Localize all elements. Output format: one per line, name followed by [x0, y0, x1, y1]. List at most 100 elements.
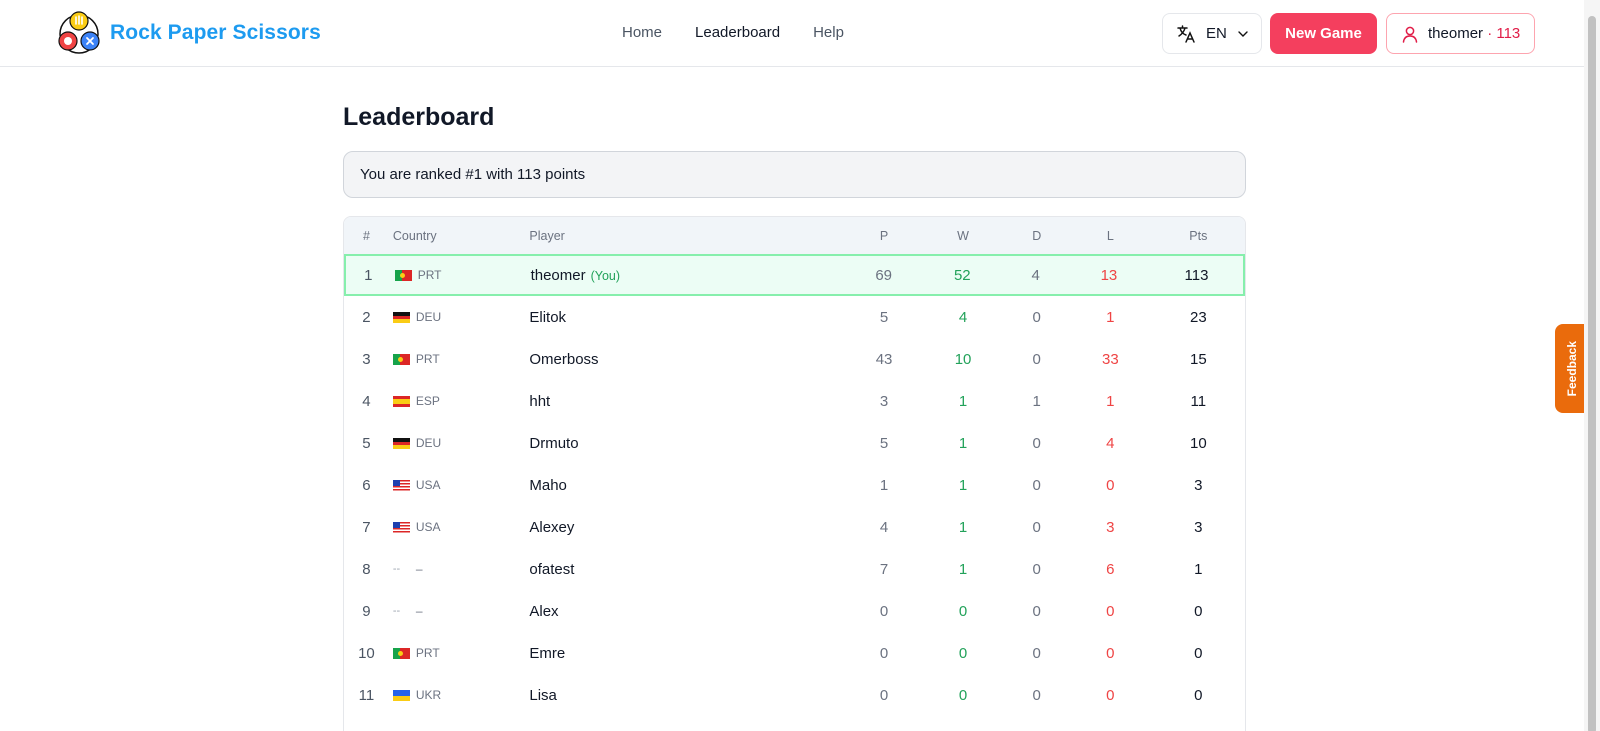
row-draws: 1 — [1032, 392, 1041, 410]
row-draws: 0 — [1032, 308, 1041, 326]
player-name: Alexey — [529, 518, 575, 536]
country-flag-icon — [392, 647, 410, 659]
row-draws: 0 — [1032, 602, 1041, 620]
table-row[interactable]: 11 UKR Lisa 0 0 0 0 0 — [344, 674, 1245, 716]
player-name: Maho — [529, 476, 567, 494]
row-rank: 9 — [362, 602, 371, 620]
table-row[interactable]: 5 DEU Drmuto 5 1 0 4 10 — [344, 422, 1245, 464]
row-losses: 1 — [1106, 308, 1115, 326]
user-menu-button[interactable]: theomer · 113 — [1386, 13, 1535, 54]
row-rank: 7 — [362, 518, 371, 536]
row-country: USA — [389, 520, 529, 534]
row-losses: 0 — [1106, 644, 1115, 662]
feedback-label: Feedback — [1564, 340, 1579, 397]
row-country: -- – — [389, 604, 529, 618]
row-player[interactable]: Elitok — [529, 309, 743, 326]
country-flag-icon — [392, 689, 410, 701]
row-rank: 8 — [362, 560, 371, 578]
row-points: 0 — [1194, 602, 1203, 620]
top-header: Rock Paper Scissors Home Leaderboard Hel… — [0, 0, 1584, 67]
rank-summary: You are ranked #1 with 113 points — [343, 151, 1246, 198]
row-wins: 52 — [953, 266, 971, 284]
player-name: Omerboss — [529, 350, 599, 368]
row-player[interactable]: hht — [529, 393, 743, 410]
table-row[interactable]: 10 PRT Emre 0 0 0 0 0 — [344, 632, 1245, 674]
row-points: 0 — [1194, 686, 1203, 704]
row-played: 5 — [879, 434, 889, 452]
country-flag-icon — [392, 395, 410, 407]
row-player[interactable]: ofatest — [529, 561, 743, 578]
row-points: 3 — [1194, 476, 1203, 494]
table-body: 1 PRT theomer (You) 69 52 4 13 113 2 DEU Elitok 5 4 0 1… — [344, 254, 1245, 731]
col-wins: W — [957, 228, 969, 243]
table-row[interactable]: 9 -- – Alex 0 0 0 0 0 — [344, 590, 1245, 632]
row-draws: 0 — [1032, 434, 1041, 452]
row-draws: 0 — [1032, 350, 1041, 368]
table-row[interactable]: 1 PRT theomer (You) 69 52 4 13 113 — [344, 254, 1245, 296]
row-points: 1 — [1194, 560, 1203, 578]
brand-logo-link[interactable]: Rock Paper Scissors — [56, 10, 321, 56]
table-row[interactable]: 8 -- – ofatest 7 1 0 6 1 — [344, 548, 1245, 590]
row-losses: 0 — [1106, 686, 1115, 704]
row-draws: 0 — [1032, 686, 1041, 704]
row-player[interactable]: Alex — [529, 603, 743, 620]
row-draws: 0 — [1032, 644, 1041, 662]
row-played: 7 — [879, 560, 889, 578]
row-country: PRT — [391, 268, 531, 282]
row-player[interactable]: Drmuto — [529, 435, 743, 452]
row-played: 4 — [879, 518, 889, 536]
leaderboard-table: # Country Player P W D L Pts 1 PRT theomer… — [343, 216, 1246, 731]
row-country: -- – — [389, 562, 529, 576]
language-selector[interactable]: EN — [1162, 13, 1262, 54]
nav-help[interactable]: Help — [813, 24, 844, 41]
main-nav: Home Leaderboard Help — [622, 24, 844, 41]
row-wins: 0 — [958, 602, 968, 620]
row-points: 3 — [1194, 518, 1203, 536]
row-country: DEU — [389, 436, 529, 450]
table-row[interactable]: 4 ESP hht 3 1 1 1 11 — [344, 380, 1245, 422]
table-row[interactable]: 3 PRT Omerboss 43 10 0 33 15 — [344, 338, 1245, 380]
scrollbar-thumb[interactable] — [1588, 16, 1596, 731]
row-player[interactable]: Omerboss — [529, 351, 743, 368]
row-rank: 3 — [362, 350, 371, 368]
row-points: 113 — [1184, 266, 1209, 284]
row-rank: 2 — [362, 308, 371, 326]
row-played: 0 — [879, 602, 889, 620]
table-row[interactable]: 7 USA Alexey 4 1 0 3 3 — [344, 506, 1245, 548]
player-name: Elitok — [529, 308, 567, 326]
row-player[interactable]: Maho — [529, 477, 743, 494]
row-player[interactable]: Alexey — [529, 519, 743, 536]
no-flag-icon: -- — [392, 563, 401, 575]
table-header: # Country Player P W D L Pts — [344, 217, 1245, 254]
row-points: 11 — [1190, 392, 1207, 410]
row-player[interactable]: Emre — [529, 645, 743, 662]
table-row[interactable]: 12USATh...00000 — [344, 716, 1245, 731]
row-played: 43 — [875, 350, 893, 368]
rps-logo-icon — [58, 11, 100, 54]
col-played: P — [879, 228, 889, 243]
player-name: Drmuto — [529, 434, 579, 452]
row-draws: 0 — [1032, 518, 1041, 536]
col-losses: L — [1106, 228, 1114, 243]
page-scrollbar[interactable] — [1584, 0, 1600, 731]
row-rank: 10 — [358, 644, 375, 662]
country-code: ESP — [415, 394, 440, 408]
row-country: DEU — [389, 310, 529, 324]
country-flag-icon — [392, 311, 410, 323]
row-losses: 4 — [1106, 434, 1115, 452]
row-player[interactable]: Lisa — [529, 687, 743, 704]
table-row[interactable]: 6 USA Maho 1 1 0 0 3 — [344, 464, 1245, 506]
col-points: Pts — [1189, 228, 1208, 243]
nav-home[interactable]: Home — [622, 24, 662, 41]
player-name: Alex — [529, 602, 559, 620]
table-row[interactable]: 2 DEU Elitok 5 4 0 1 23 — [344, 296, 1245, 338]
row-player[interactable]: theomer (You) — [531, 267, 744, 284]
player-name: Lisa — [529, 686, 557, 704]
row-wins: 1 — [958, 560, 968, 578]
nav-leaderboard[interactable]: Leaderboard — [695, 24, 780, 41]
row-played: 69 — [875, 266, 892, 284]
row-losses: 1 — [1106, 392, 1115, 410]
new-game-button[interactable]: New Game — [1270, 13, 1377, 54]
row-points: 23 — [1189, 308, 1207, 326]
rank-message: You are ranked #1 with 113 points — [360, 166, 586, 183]
